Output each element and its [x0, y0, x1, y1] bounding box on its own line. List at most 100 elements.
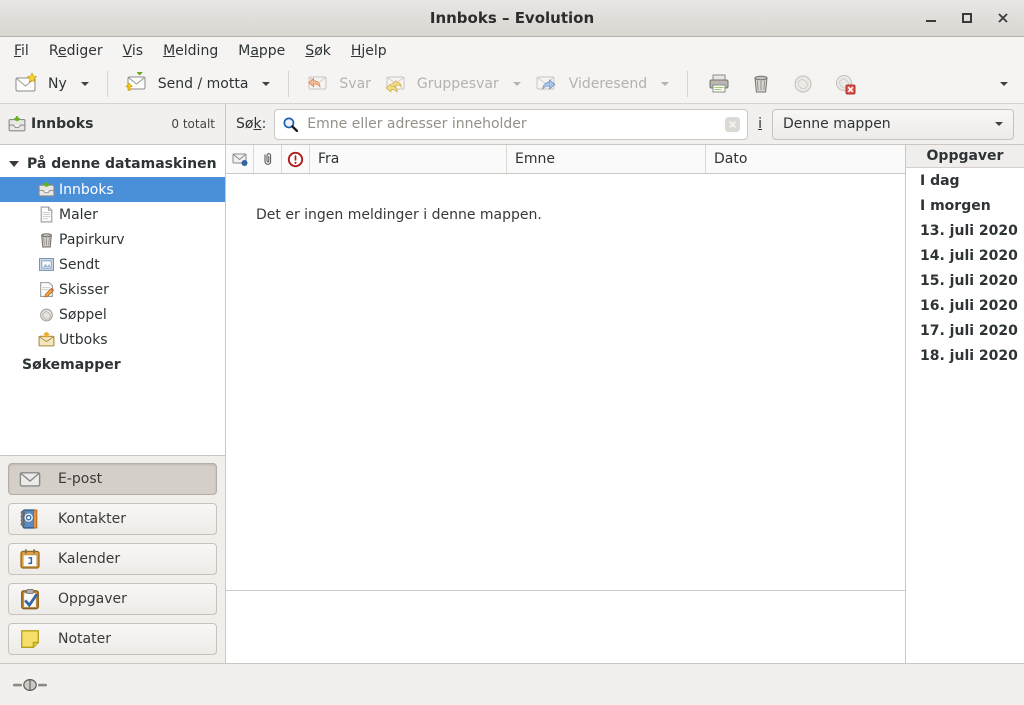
minimize-button[interactable]: [920, 7, 942, 29]
forward-button[interactable]: Videresend: [529, 68, 653, 100]
menu-search[interactable]: Søk: [295, 37, 341, 64]
task-group-date[interactable]: 15. juli 2020: [906, 268, 1024, 293]
column-subject[interactable]: Emne: [507, 145, 706, 173]
not-junk-button[interactable]: [824, 67, 866, 101]
folder-total-count: 0 totalt: [171, 117, 217, 131]
tasks-icon: [19, 588, 41, 610]
folder-sidebar: På denne datamaskinen Innboks Maler: [0, 145, 226, 663]
print-button[interactable]: [698, 67, 740, 101]
evolution-window: Innboks – Evolution Fil Rediger Vis Meld…: [0, 0, 1024, 705]
switcher-contacts-button[interactable]: Kontakter: [8, 503, 217, 535]
online-status-icon[interactable]: [13, 677, 47, 693]
reply-button[interactable]: Svar: [299, 68, 377, 100]
send-receive-button[interactable]: Send / motta: [118, 68, 255, 100]
tree-root-sokemapper[interactable]: Søkemapper: [0, 352, 225, 378]
inbox-icon: [8, 115, 26, 133]
folder-item-skisser[interactable]: Skisser: [0, 277, 225, 302]
menu-view[interactable]: Vis: [113, 37, 153, 64]
junk-icon: [791, 72, 815, 96]
task-group-tomorrow[interactable]: I morgen: [906, 193, 1024, 218]
chevron-down-icon: [262, 82, 270, 86]
new-message-button[interactable]: Ny: [8, 68, 73, 100]
column-from[interactable]: Fra: [310, 145, 507, 173]
send-receive-label: Send / motta: [158, 76, 249, 92]
search-row: Innboks 0 totalt Søk: i Denne mappen: [0, 104, 1024, 145]
group-reply-dropdown[interactable]: [505, 76, 529, 92]
menu-file[interactable]: Fil: [4, 37, 39, 64]
titlebar[interactable]: Innboks – Evolution: [0, 0, 1024, 37]
chevron-down-icon: [513, 82, 521, 86]
switcher-tasks-button[interactable]: Oppgaver: [8, 583, 217, 615]
column-priority[interactable]: [282, 145, 310, 173]
task-group-date[interactable]: 14. juli 2020: [906, 243, 1024, 268]
task-group-date[interactable]: 18. juli 2020: [906, 343, 1024, 368]
search-area: Søk: i Denne mappen: [226, 104, 1024, 144]
toolbar-separator: [288, 71, 289, 97]
forward-dropdown[interactable]: [653, 76, 677, 92]
task-group-date[interactable]: 13. juli 2020: [906, 218, 1024, 243]
menu-help[interactable]: Hjelp: [341, 37, 397, 64]
new-message-dropdown[interactable]: [73, 76, 97, 92]
send-receive-icon: [124, 72, 148, 96]
switcher-mail-button[interactable]: E-post: [8, 463, 217, 495]
memos-icon: [19, 628, 41, 650]
folder-item-maler[interactable]: Maler: [0, 202, 225, 227]
switcher-calendar-button[interactable]: Kalender: [8, 543, 217, 575]
trash-icon: [749, 72, 773, 96]
menu-edit[interactable]: Rediger: [39, 37, 113, 64]
current-folder-header: Innboks 0 totalt: [0, 104, 226, 144]
priority-icon: [287, 151, 304, 168]
inbox-icon: [38, 181, 55, 198]
clear-search-icon[interactable]: [724, 116, 741, 133]
empty-folder-message: Det er ingen meldinger i denne mappen.: [226, 174, 905, 223]
statusbar: [0, 663, 1024, 705]
search-scope-dropdown[interactable]: Denne mappen: [772, 109, 1014, 140]
column-read-status[interactable]: [226, 145, 254, 173]
contacts-icon: [19, 508, 41, 530]
search-icon: [282, 116, 299, 133]
switcher-label: E-post: [58, 471, 102, 487]
folder-item-utboks[interactable]: Utboks: [0, 327, 225, 352]
task-group-today[interactable]: I dag: [906, 168, 1024, 193]
not-junk-icon: [833, 72, 857, 96]
templates-icon: [38, 206, 55, 223]
switcher-memos-button[interactable]: Notater: [8, 623, 217, 655]
reply-label: Svar: [339, 76, 371, 92]
close-icon: [997, 12, 1009, 24]
new-message-label: Ny: [48, 76, 67, 92]
expander-icon[interactable]: [9, 161, 19, 167]
folder-item-innboks[interactable]: Innboks: [0, 177, 225, 202]
menu-folder[interactable]: Mappe: [228, 37, 295, 64]
toolbar-overflow-button[interactable]: [992, 76, 1016, 92]
new-mail-icon: [14, 72, 38, 96]
task-group-date[interactable]: 16. juli 2020: [906, 293, 1024, 318]
menu-message[interactable]: Melding: [153, 37, 228, 64]
preview-pane[interactable]: [226, 591, 905, 663]
print-icon: [707, 72, 731, 96]
column-attachment[interactable]: [254, 145, 282, 173]
group-reply-button[interactable]: Gruppesvar: [377, 68, 505, 100]
delete-button[interactable]: [740, 67, 782, 101]
window-controls: [920, 0, 1014, 36]
search-input[interactable]: [274, 109, 748, 140]
close-button[interactable]: [992, 7, 1014, 29]
window-title: Innboks – Evolution: [430, 9, 594, 27]
send-receive-dropdown[interactable]: [254, 76, 278, 92]
tree-root-on-this-computer[interactable]: På denne datamaskinen: [0, 151, 225, 177]
folder-item-soppel[interactable]: Søppel: [0, 302, 225, 327]
search-box: [274, 109, 748, 140]
folder-item-sendt[interactable]: Sendt: [0, 252, 225, 277]
folder-label: Innboks: [59, 182, 114, 198]
restore-button[interactable]: [956, 7, 978, 29]
column-date[interactable]: Dato: [706, 145, 905, 173]
mail-icon: [19, 468, 41, 490]
task-pane-header[interactable]: Oppgaver: [906, 145, 1024, 168]
task-group-date[interactable]: 17. juli 2020: [906, 318, 1024, 343]
attachment-icon: [260, 151, 276, 167]
folder-label: Maler: [59, 207, 98, 223]
message-list[interactable]: Det er ingen meldinger i denne mappen.: [226, 174, 905, 591]
read-status-icon: [232, 151, 248, 167]
search-folders-label: Søkemapper: [22, 357, 121, 373]
junk-button[interactable]: [782, 67, 824, 101]
folder-item-papirkurv[interactable]: Papirkurv: [0, 227, 225, 252]
